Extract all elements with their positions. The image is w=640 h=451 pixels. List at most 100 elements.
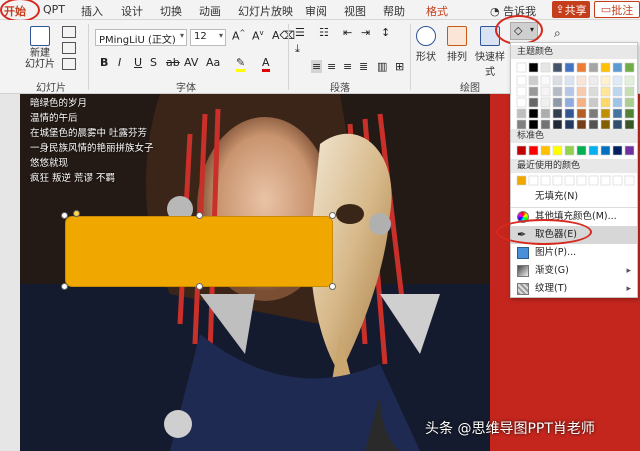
shapes-button[interactable]: 形状 [413, 26, 439, 63]
theme-color-shade-swatch[interactable] [552, 108, 563, 119]
recent-color-swatch[interactable] [528, 175, 539, 186]
align-center-icon[interactable]: ≡ [327, 60, 336, 73]
recent-color-swatch[interactable] [540, 175, 551, 186]
tab-animations[interactable]: 动画 [199, 3, 221, 19]
theme-color-shade-swatch[interactable] [516, 119, 527, 130]
standard-color-row[interactable] [515, 145, 635, 157]
eyedropper-item[interactable]: ✒ 取色器(E) [511, 226, 637, 244]
theme-color-shade-swatch[interactable] [564, 86, 575, 97]
theme-color-shade-swatch[interactable] [564, 119, 575, 130]
theme-color-shade-swatch[interactable] [540, 86, 551, 97]
indent-increase-icon[interactable]: ⇥ [361, 26, 370, 39]
tab-design[interactable]: 设计 [121, 3, 143, 19]
bold-button[interactable]: B [100, 56, 108, 69]
theme-color-shade-swatch[interactable] [564, 75, 575, 86]
tab-format[interactable]: 格式 [426, 3, 448, 19]
align-left-icon[interactable]: ≡ [311, 60, 323, 73]
shape-fill-button[interactable]: ◇ ▾ [510, 22, 538, 40]
tab-transitions[interactable]: 切换 [160, 3, 182, 19]
recent-color-swatch[interactable] [576, 175, 587, 186]
theme-color-swatch[interactable] [588, 62, 599, 73]
standard-color-swatch[interactable] [540, 145, 551, 156]
indent-decrease-icon[interactable]: ⇤ [343, 26, 352, 39]
theme-color-shade-swatch[interactable] [576, 97, 587, 108]
theme-color-shade-swatch[interactable] [588, 108, 599, 119]
standard-color-swatch[interactable] [528, 145, 539, 156]
strikethrough-button[interactable]: ab [166, 56, 180, 69]
resize-handle-bl[interactable] [61, 283, 68, 290]
theme-color-shade-swatch[interactable] [624, 86, 635, 97]
tab-help[interactable]: 帮助 [383, 3, 405, 19]
bullets-icon[interactable]: ☰ [295, 26, 305, 39]
theme-color-shade-swatch[interactable] [540, 119, 551, 130]
theme-color-shade-swatch[interactable] [576, 108, 587, 119]
tab-view[interactable]: 视图 [344, 3, 366, 19]
resize-handle-br[interactable] [329, 283, 336, 290]
theme-color-shade-swatch[interactable] [576, 86, 587, 97]
recent-color-swatch[interactable] [612, 175, 623, 186]
theme-color-shade-swatch[interactable] [612, 119, 623, 130]
theme-color-shade-swatch[interactable] [600, 119, 611, 130]
tab-qpt[interactable]: QPT [43, 3, 65, 16]
theme-color-swatch[interactable] [576, 62, 587, 73]
theme-color-shade-swatch[interactable] [624, 75, 635, 86]
theme-color-shade-swatch[interactable] [576, 119, 587, 130]
theme-color-shade-swatch[interactable] [552, 97, 563, 108]
recent-color-swatch[interactable] [588, 175, 599, 186]
highlight-icon[interactable]: ✎ [236, 56, 246, 72]
arrange-button[interactable]: 排列 [444, 26, 470, 63]
theme-color-swatch[interactable] [624, 62, 635, 73]
recent-color-swatch[interactable] [516, 175, 527, 186]
columns-icon[interactable]: ▥ [377, 60, 387, 73]
poem-text[interactable]: 暗绿色的岁月 温情的午后 在城堡色的晨雾中 吐露芬芳 一身民族风情的艳丽拼族女子… [30, 96, 154, 186]
change-case-button[interactable]: Aa [206, 56, 220, 69]
theme-color-shade-swatch[interactable] [624, 97, 635, 108]
theme-color-shade-swatch[interactable] [528, 86, 539, 97]
standard-color-swatch[interactable] [552, 145, 563, 156]
theme-color-shade-swatch[interactable] [552, 119, 563, 130]
numbering-icon[interactable]: ☷ [319, 26, 329, 39]
align-right-icon[interactable]: ≡ [343, 60, 352, 73]
underline-button[interactable]: U [134, 56, 142, 69]
theme-color-shade-swatch[interactable] [624, 108, 635, 119]
tell-me-search[interactable]: ◔ 告诉我 [490, 3, 536, 19]
theme-color-shade-swatch[interactable] [600, 108, 611, 119]
theme-color-shade-swatch[interactable] [600, 75, 611, 86]
theme-color-swatch[interactable] [600, 62, 611, 73]
theme-color-shade-swatch[interactable] [612, 108, 623, 119]
theme-color-swatch[interactable] [612, 62, 623, 73]
standard-color-swatch[interactable] [576, 145, 587, 156]
gradient-fill-item[interactable]: 渐变(G) ▸ [511, 262, 637, 280]
theme-color-shade-swatch[interactable] [516, 108, 527, 119]
font-size-combo[interactable]: 12 ▾ [190, 29, 226, 46]
theme-color-swatch[interactable] [516, 62, 527, 73]
italic-button[interactable]: I [118, 56, 121, 69]
theme-color-shade-swatch[interactable] [528, 108, 539, 119]
tab-slideshow[interactable]: 幻灯片放映 [238, 3, 293, 19]
tab-home[interactable]: 开始 [4, 3, 26, 23]
text-direction-icon[interactable]: ⤓ [295, 42, 300, 56]
comments-button[interactable]: ▭ 批注 [594, 1, 640, 18]
standard-color-swatch[interactable] [600, 145, 611, 156]
font-name-combo[interactable]: PMingLiU (正文) ▾ [95, 29, 187, 46]
theme-color-shade-swatch[interactable] [540, 75, 551, 86]
tab-insert[interactable]: 插入 [81, 3, 103, 19]
smartart-icon[interactable]: ⊞ [395, 60, 404, 73]
theme-color-shade-swatch[interactable] [600, 97, 611, 108]
theme-color-shade-swatch[interactable] [552, 86, 563, 97]
layout-icon[interactable] [62, 26, 76, 38]
new-slide-button[interactable]: 新建 幻灯片 [24, 26, 56, 70]
theme-color-shade-swatch[interactable] [564, 97, 575, 108]
theme-color-shade-swatch[interactable] [528, 75, 539, 86]
tab-review[interactable]: 审阅 [305, 3, 327, 19]
recent-color-swatch[interactable] [564, 175, 575, 186]
reset-icon[interactable] [62, 42, 76, 54]
resize-handle-tl[interactable] [61, 212, 68, 219]
more-fill-colors-item[interactable]: 其他填充颜色(M)... [511, 208, 637, 226]
theme-color-shade-swatch[interactable] [564, 108, 575, 119]
theme-color-shade-swatch[interactable] [588, 86, 599, 97]
standard-color-swatch[interactable] [588, 145, 599, 156]
theme-color-shade-swatch[interactable] [516, 97, 527, 108]
theme-color-shade-swatch[interactable] [612, 97, 623, 108]
theme-color-shade-swatch[interactable] [528, 119, 539, 130]
